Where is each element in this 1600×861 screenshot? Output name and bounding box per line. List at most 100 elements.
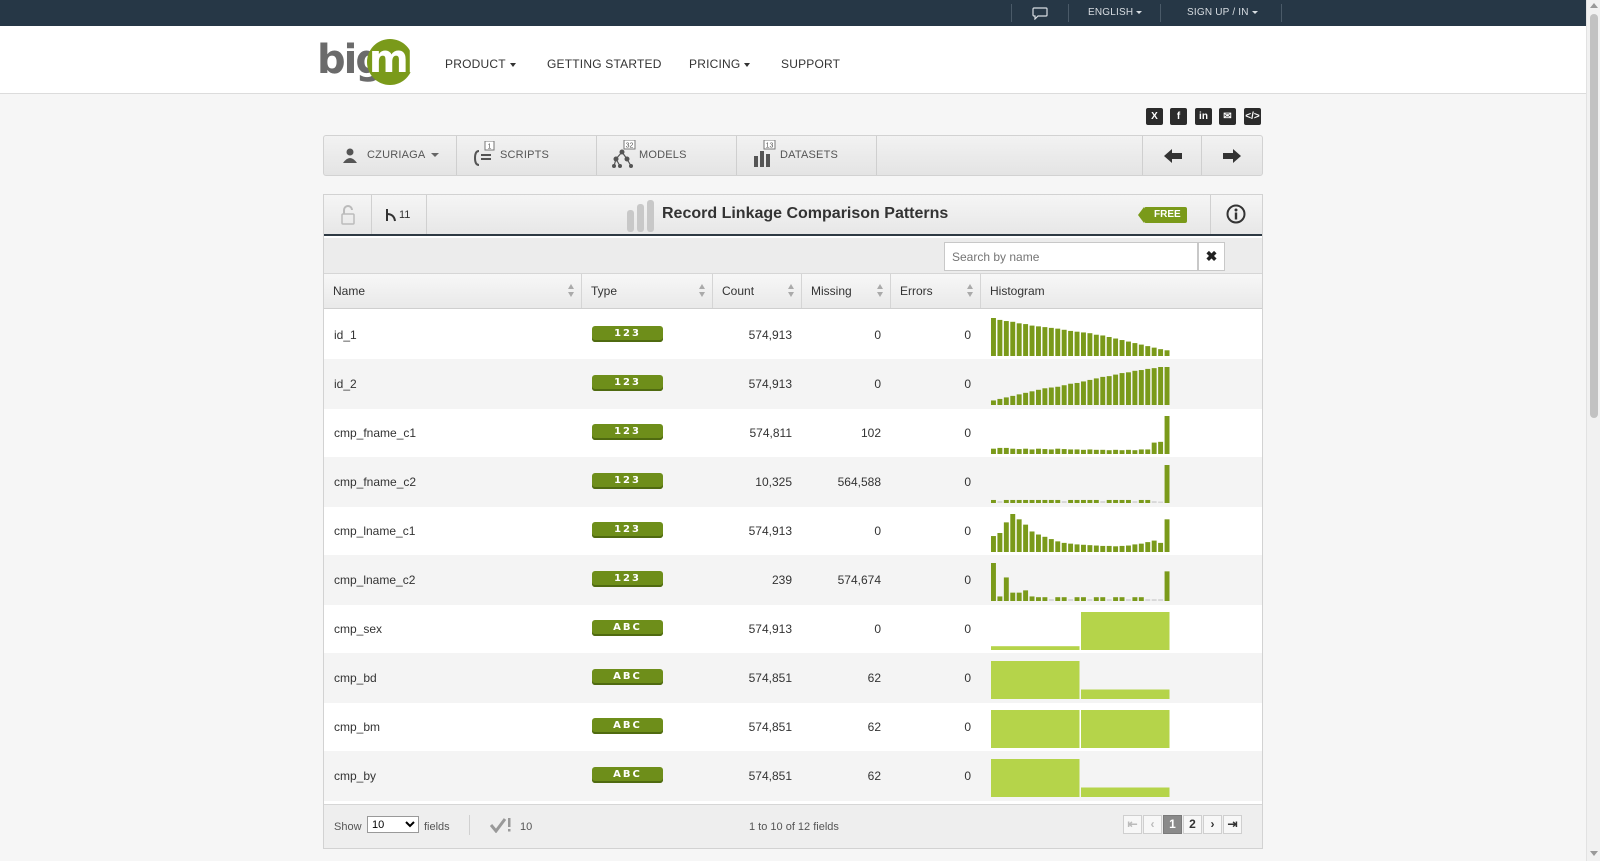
field-name[interactable]: cmp_fname_c1: [334, 426, 416, 440]
histogram-bar: [1126, 545, 1131, 552]
histogram-bar: [1016, 592, 1022, 601]
scrollbar-thumb[interactable]: [1590, 14, 1598, 418]
histogram-bar: [1132, 343, 1138, 356]
field-name[interactable]: cmp_sex: [334, 622, 382, 636]
histogram-bar: [997, 596, 1003, 601]
table-row[interactable]: id_1 123 574,913 0 0: [324, 310, 1262, 360]
page-size-select[interactable]: 10: [367, 816, 419, 833]
field-name[interactable]: cmp_bd: [334, 671, 377, 685]
histogram-bar: [1132, 597, 1138, 601]
table-row[interactable]: cmp_by ABC 574,851 62 0: [324, 751, 1262, 801]
email-icon[interactable]: ✉: [1219, 108, 1236, 125]
field-errors: 0: [964, 720, 971, 734]
histogram-bar: [1158, 542, 1164, 552]
column-header-type[interactable]: Type: [582, 274, 713, 308]
forward-button[interactable]: [1202, 136, 1262, 175]
nav-support[interactable]: SUPPORT: [781, 57, 840, 71]
column-header-name[interactable]: Name: [324, 274, 582, 308]
field-histogram[interactable]: [991, 757, 1171, 797]
column-header-missing[interactable]: Missing: [802, 274, 891, 308]
x-icon[interactable]: X: [1146, 108, 1163, 125]
fork-count-button[interactable]: 11: [372, 195, 427, 234]
histogram-bar: [1048, 539, 1054, 552]
field-errors: 0: [964, 622, 971, 636]
scripts-button[interactable]: 1 SCRIPTS: [457, 136, 597, 175]
histogram-bar: [1016, 519, 1022, 552]
scroll-down-icon[interactable]: [1590, 851, 1598, 856]
field-histogram[interactable]: [991, 414, 1171, 454]
prev-page-button[interactable]: ‹: [1143, 815, 1162, 834]
table-row[interactable]: cmp_lname_c2 123 239 574,674 0: [324, 555, 1262, 605]
histogram-bar: [1119, 450, 1125, 454]
field-missing: 62: [867, 769, 881, 783]
scroll-up-icon[interactable]: [1590, 3, 1598, 8]
histogram-bar: [1061, 501, 1067, 503]
field-type-badge: 123: [592, 424, 663, 440]
histogram-bar: [1106, 337, 1112, 356]
field-name[interactable]: cmp_by: [334, 769, 376, 783]
histogram-bar: [1151, 368, 1157, 405]
page-1-button[interactable]: 1: [1163, 815, 1182, 834]
valid-check-icon[interactable]: [490, 817, 512, 833]
field-count: 574,913: [748, 377, 792, 391]
column-header-errors[interactable]: Errors: [891, 274, 981, 308]
field-name[interactable]: id_2: [334, 377, 357, 391]
histogram-bar: [1029, 531, 1035, 552]
histogram-bar: [1081, 597, 1086, 601]
field-histogram[interactable]: [991, 365, 1171, 405]
table-row[interactable]: cmp_bd ABC 574,851 62 0: [324, 653, 1262, 703]
clear-search-button[interactable]: ✖: [1198, 242, 1225, 271]
field-histogram[interactable]: [991, 561, 1171, 601]
field-histogram[interactable]: [991, 708, 1171, 748]
field-name[interactable]: cmp_lname_c2: [334, 573, 415, 587]
logo-ml-text: ml: [369, 37, 420, 81]
page-2-button[interactable]: 2: [1183, 815, 1202, 834]
embed-icon[interactable]: </>: [1244, 108, 1261, 125]
table-row[interactable]: id_2 123 574,913 0 0: [324, 359, 1262, 409]
histogram-bar: [1068, 383, 1074, 405]
histogram-bar: [1074, 499, 1080, 503]
last-page-button[interactable]: ⇥: [1223, 815, 1242, 834]
table-row[interactable]: cmp_fname_c2 123 10,325 564,588 0: [324, 457, 1262, 507]
field-type-badge: 123: [592, 571, 663, 587]
histogram-bar: [1036, 448, 1041, 454]
field-histogram[interactable]: [991, 512, 1171, 552]
models-button[interactable]: 32 MODELS: [597, 136, 737, 175]
linkedin-icon[interactable]: in: [1195, 108, 1212, 125]
lock-button[interactable]: [324, 195, 372, 234]
histogram-bar: [1081, 499, 1086, 503]
user-menu[interactable]: CZURIAGA: [324, 136, 457, 175]
back-button[interactable]: [1142, 136, 1202, 175]
field-histogram[interactable]: [991, 316, 1171, 356]
field-type-badge: 123: [592, 375, 663, 391]
table-row[interactable]: cmp_lname_c1 123 574,913 0 0: [324, 506, 1262, 556]
nav-getting-started[interactable]: GETTING STARTED: [547, 57, 662, 71]
table-row[interactable]: cmp_fname_c1 123 574,811 102 0: [324, 408, 1262, 458]
first-page-button[interactable]: ⇤: [1123, 815, 1142, 834]
field-histogram[interactable]: [991, 463, 1171, 503]
table-row[interactable]: cmp_bm ABC 574,851 62 0: [324, 702, 1262, 752]
facebook-icon[interactable]: f: [1170, 108, 1187, 125]
table-row[interactable]: cmp_sex ABC 574,913 0 0: [324, 604, 1262, 654]
search-input[interactable]: [944, 242, 1198, 271]
field-histogram[interactable]: [991, 659, 1171, 699]
info-button[interactable]: [1210, 195, 1262, 234]
signup-menu[interactable]: SIGN UP / IN: [1187, 7, 1258, 18]
vertical-scrollbar[interactable]: [1586, 0, 1600, 861]
language-menu[interactable]: ENGLISH: [1088, 7, 1143, 18]
field-name[interactable]: cmp_bm: [334, 720, 380, 734]
column-header-count[interactable]: Count: [713, 274, 802, 308]
next-page-button[interactable]: ›: [1203, 815, 1222, 834]
field-name[interactable]: cmp_fname_c2: [334, 475, 416, 489]
histogram-bar: [1010, 514, 1016, 552]
nav-product[interactable]: PRODUCT: [445, 57, 516, 71]
field-name[interactable]: cmp_lname_c1: [334, 524, 415, 538]
svg-text:32: 32: [626, 143, 634, 150]
datasets-button[interactable]: 13 DATASETS: [737, 136, 877, 175]
chat-icon[interactable]: [1032, 6, 1048, 20]
histogram-bar: [1151, 599, 1157, 601]
field-histogram[interactable]: [991, 610, 1171, 650]
field-name[interactable]: id_1: [334, 328, 357, 342]
histogram-bar: [1023, 448, 1029, 454]
nav-pricing[interactable]: PRICING: [689, 57, 751, 71]
